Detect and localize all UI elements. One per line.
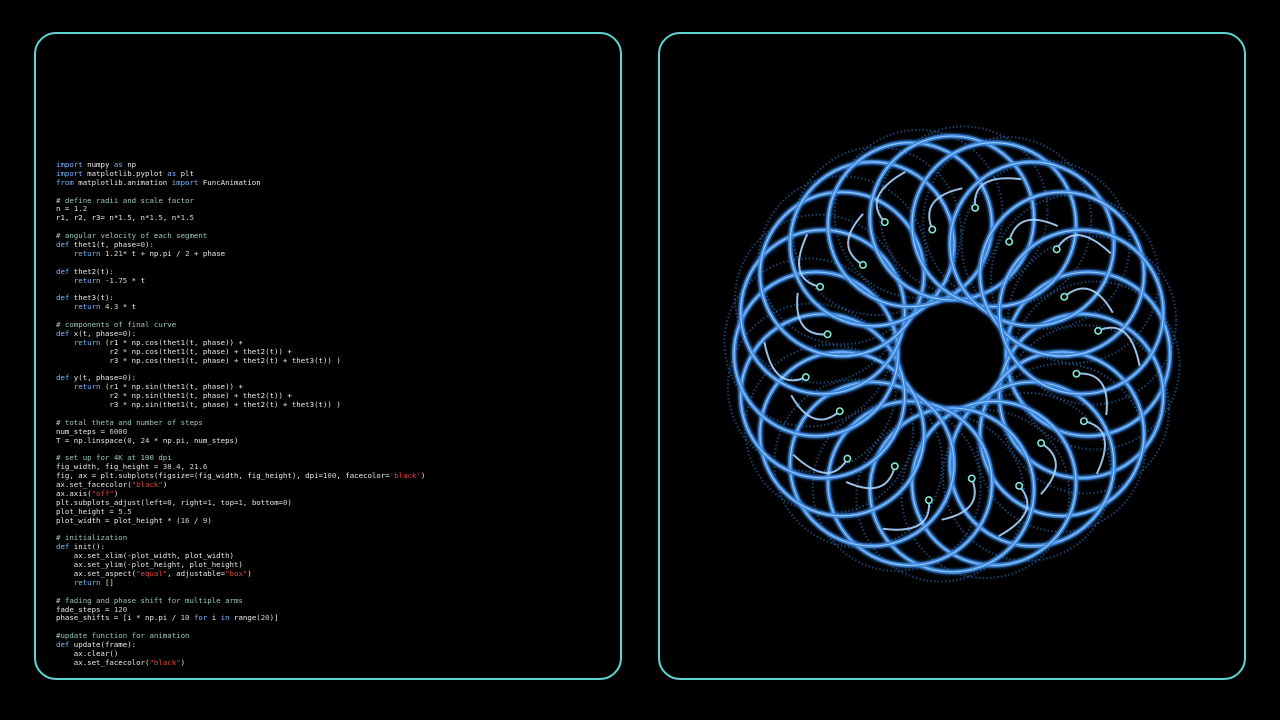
arm-head-marker bbox=[1015, 481, 1024, 490]
arm-head-marker bbox=[924, 496, 933, 505]
code-line: # define radii and scale factor bbox=[56, 195, 194, 205]
code-line: return [] bbox=[73, 577, 114, 587]
code-line: ax.set_facecolor("black") bbox=[56, 657, 186, 667]
arm-head-marker bbox=[1079, 417, 1088, 426]
arm-head-marker bbox=[835, 407, 844, 416]
code-line: from matplotlib.animation import FuncAni… bbox=[56, 177, 261, 187]
code-line: r3 * np.sin(thet1(t, phase) + thet2(t) +… bbox=[56, 400, 341, 410]
arm-hook bbox=[1055, 234, 1112, 255]
code-line: return 1.21* t + np.pi / 2 + phase bbox=[73, 248, 226, 258]
arm-head-marker bbox=[858, 260, 867, 269]
arm-head-marker bbox=[1052, 245, 1061, 254]
code-line: # initialization bbox=[56, 533, 128, 543]
arm-head-marker bbox=[928, 225, 937, 234]
code-line: plot_width = plot_height * (16 / 9) bbox=[56, 515, 212, 525]
arm-head-marker bbox=[843, 454, 852, 463]
code-line: r3 * np.cos(thet1(t, phase) + thet2(t) +… bbox=[56, 355, 341, 365]
visualization-panel bbox=[658, 32, 1246, 680]
arm-head-marker bbox=[967, 474, 976, 483]
arm-head-marker bbox=[880, 218, 889, 227]
code-line: r1, r2, r3= n*1.5, n*1.5, n*1.5 bbox=[56, 213, 194, 223]
arm-head-marker bbox=[1072, 369, 1081, 378]
arm-head-marker bbox=[816, 282, 825, 291]
arm-head-marker bbox=[1060, 292, 1069, 301]
arm-head-marker bbox=[1037, 439, 1046, 448]
arm-head-marker bbox=[1005, 237, 1014, 246]
code-line: T = np.linspace(0, 24 * np.pi, num_steps… bbox=[56, 435, 239, 445]
code-editor[interactable]: import numpy as np import matplotlib.pypl… bbox=[56, 160, 425, 668]
code-panel: import numpy as np import matplotlib.pypl… bbox=[34, 32, 622, 680]
arm-head-marker bbox=[971, 203, 980, 212]
spirograph-canvas bbox=[723, 125, 1181, 583]
arm-hook bbox=[1083, 420, 1106, 475]
arm-head-marker bbox=[890, 462, 899, 471]
arm-head-marker bbox=[801, 373, 810, 382]
code-line: return 4.3 * t bbox=[73, 302, 137, 312]
arm-hook bbox=[798, 233, 821, 288]
arm-head-marker bbox=[1094, 326, 1103, 335]
faded-trails bbox=[723, 125, 1181, 583]
code-line: return -1.75 * t bbox=[73, 275, 146, 285]
arm-head-marker bbox=[823, 330, 832, 339]
code-line: phase_shifts = [i * np.pi / 10 for i in … bbox=[56, 613, 279, 623]
